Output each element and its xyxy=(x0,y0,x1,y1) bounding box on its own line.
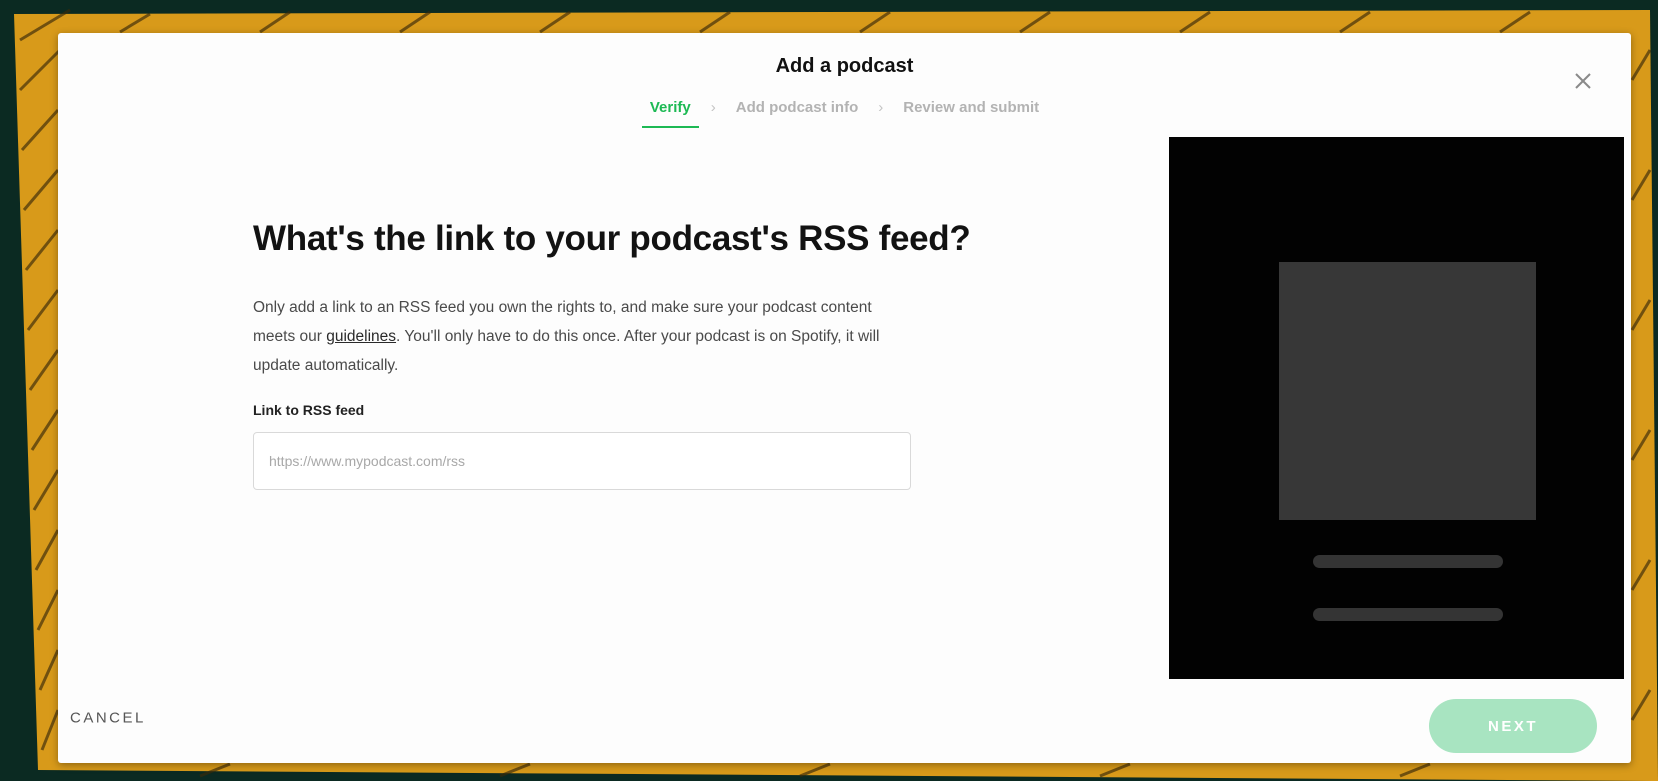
step-add-podcast-info[interactable]: Add podcast info xyxy=(728,99,867,128)
step-verify[interactable]: Verify xyxy=(641,99,699,128)
podcast-preview-panel xyxy=(1169,137,1624,679)
subtitle-placeholder-bar xyxy=(1313,608,1503,621)
cover-art-placeholder xyxy=(1279,262,1536,520)
next-button[interactable]: NEXT xyxy=(1429,699,1597,753)
stepper: Verify › Add podcast info › Review and s… xyxy=(58,99,1631,128)
chevron-right-icon: › xyxy=(878,99,884,116)
rss-feed-input[interactable] xyxy=(253,432,911,490)
add-podcast-modal: Add a podcast Verify › Add podcast info … xyxy=(58,33,1631,763)
verify-form: What's the link to your podcast's RSS fe… xyxy=(253,215,973,490)
chevron-right-icon: › xyxy=(710,99,716,116)
description: Only add a link to an RSS feed you own t… xyxy=(253,293,913,380)
title-placeholder-bar xyxy=(1313,555,1503,568)
rss-field-label: Link to RSS feed xyxy=(253,402,365,418)
close-button[interactable] xyxy=(1571,69,1595,93)
page-heading: What's the link to your podcast's RSS fe… xyxy=(253,219,971,258)
cancel-button[interactable]: CANCEL xyxy=(70,710,146,727)
step-review-and-submit[interactable]: Review and submit xyxy=(895,99,1047,128)
guidelines-link[interactable]: guidelines xyxy=(326,328,396,345)
close-icon xyxy=(1575,73,1591,89)
modal-title: Add a podcast xyxy=(775,55,914,77)
